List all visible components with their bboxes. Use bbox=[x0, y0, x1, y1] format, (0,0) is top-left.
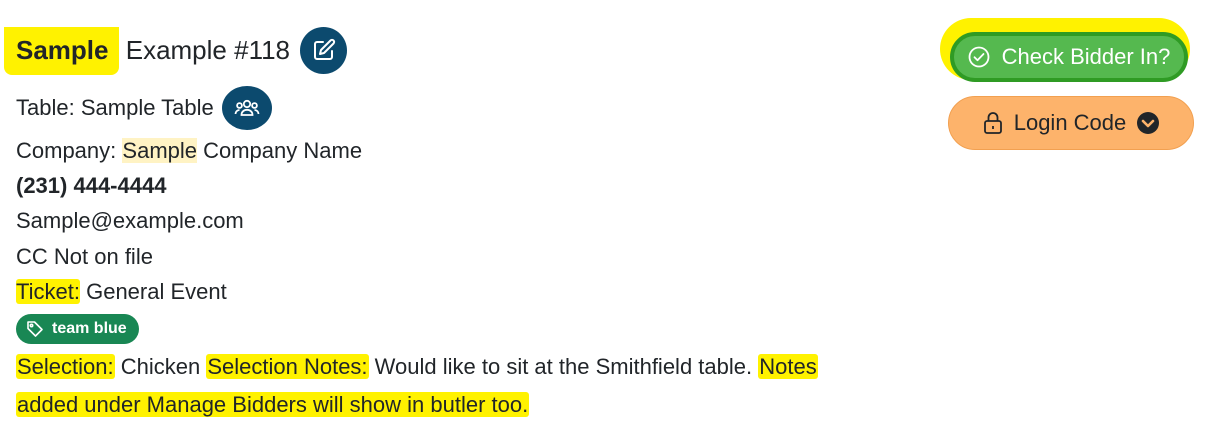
login-code-button[interactable]: Login Code bbox=[948, 96, 1194, 150]
check-circle-icon bbox=[968, 46, 990, 68]
users-icon bbox=[234, 99, 260, 116]
bidder-title: Sample Example #118 bbox=[4, 26, 291, 75]
check-bidder-in-button[interactable]: Check Bidder In? bbox=[950, 32, 1188, 82]
chevron-down-circle-icon bbox=[1137, 112, 1160, 134]
cc-status: CC Not on file bbox=[16, 244, 153, 269]
ticket-value: General Event bbox=[79, 279, 227, 304]
tag-label: team blue bbox=[52, 320, 127, 337]
bidder-name-rest: Example #118 bbox=[118, 35, 291, 65]
table-line: Table: Sample Table bbox=[16, 86, 272, 130]
check-in-label: Check Bidder In? bbox=[1001, 44, 1171, 69]
bidder-card: Sample Example #118 Table: Sample Table … bbox=[0, 0, 1208, 442]
selection-value: Chicken bbox=[114, 354, 207, 379]
edit-icon bbox=[313, 38, 335, 60]
bidder-title-row: Sample Example #118 bbox=[4, 26, 348, 75]
company-line: Company: Sample Company Name bbox=[16, 136, 362, 166]
bidder-tag-badge: team blue bbox=[16, 314, 139, 344]
notes-description: added under Manage Bidders will show in … bbox=[16, 392, 530, 417]
phone-number: (231) 444-4444 bbox=[16, 173, 167, 198]
ticket-line: Ticket: General Event bbox=[16, 277, 227, 307]
email-address: Sample@example.com bbox=[16, 208, 244, 233]
login-code-label: Login Code bbox=[1013, 110, 1127, 135]
company-first: Sample bbox=[122, 138, 197, 163]
company-rest: Company Name bbox=[197, 138, 363, 163]
table-value: Sample Table bbox=[80, 95, 214, 120]
ticket-label: Ticket: bbox=[16, 279, 80, 304]
notes-label: Notes bbox=[758, 354, 818, 379]
company-label: Company: bbox=[16, 138, 117, 163]
table-label: Table: bbox=[16, 95, 75, 120]
tag-icon bbox=[27, 321, 43, 337]
selection-notes-label: Selection Notes: bbox=[206, 354, 369, 379]
bidder-first-name: Sample bbox=[4, 27, 119, 75]
edit-bidder-button[interactable] bbox=[300, 26, 348, 74]
lock-icon bbox=[983, 112, 1002, 134]
selection-label: Selection: bbox=[16, 354, 115, 379]
table-seating-button[interactable] bbox=[221, 86, 272, 130]
selection-notes-value: Would like to sit at the Smithfield tabl… bbox=[368, 354, 759, 379]
selection-notes: Selection: Chicken Selection Notes: Woul… bbox=[16, 348, 896, 424]
